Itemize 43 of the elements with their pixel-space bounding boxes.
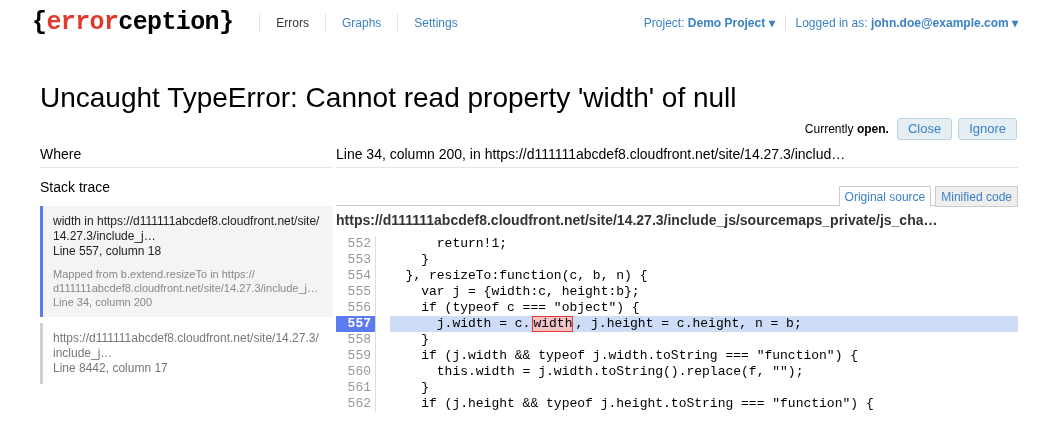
error-title: Uncaught TypeError: Cannot read property 'width' of null: [40, 82, 738, 114]
line-number: 560: [336, 364, 376, 380]
code-line: }: [420, 252, 430, 268]
nav-link[interactable]: Graphs: [325, 14, 398, 32]
line-number: 555: [336, 284, 376, 300]
mapped-from-text: Mapped from b.extend.resizeTo in https://d111111abcdef8.cloudfront.net/site/14.27.3/include_j…: [53, 267, 320, 295]
code-line: this.width = j.width.toString().replace(f, "");: [435, 364, 805, 380]
code-line: }: [420, 380, 430, 396]
line-number: 558: [336, 332, 376, 348]
project-menu[interactable]: Project: Demo Project ▾: [643, 14, 785, 32]
frame-location: Line 8442, column 17: [53, 361, 169, 376]
nav-link[interactable]: Errors: [259, 14, 325, 32]
code-line: if (j.width && typeof j.width.toString === "function") {: [420, 348, 860, 364]
action-button[interactable]: Ignore: [958, 118, 1017, 140]
source-tab[interactable]: Original source: [838, 186, 932, 207]
where-label: Where: [40, 145, 82, 164]
line-number: 561: [336, 380, 376, 396]
line-number: 557: [336, 316, 376, 332]
line-number: 552: [336, 236, 376, 252]
user-menu[interactable]: Logged in as: john.doe@example.com ▾: [785, 14, 1018, 32]
frame-location: Line 557, column 18: [53, 244, 163, 259]
stack-frame[interactable]: [40, 206, 333, 317]
code-line: if (j.height && typeof j.height.toString === "function") {: [420, 396, 875, 412]
code-line: return!1;: [435, 236, 509, 252]
stack-trace-label: Stack trace: [40, 177, 111, 197]
logo[interactable]: {errorception}: [32, 4, 234, 42]
line-number: 554: [336, 268, 376, 284]
code-line: }, resizeTo:function(c, b, n) {: [404, 268, 649, 284]
line-number: 562: [336, 396, 376, 412]
line-number: 559: [336, 348, 376, 364]
code-line: }: [420, 332, 430, 348]
code-line: var j = {width:c, height:b};: [420, 284, 641, 300]
action-button[interactable]: Close: [896, 118, 953, 140]
frame-title: width in https://d111111abcdef8.cloudfront.net/site/14.27.3/include_j…: [53, 214, 321, 244]
frame-location: Line 34, column 200: [53, 295, 154, 309]
code-line: if (typeof c === "object") {: [420, 300, 641, 316]
frame-title: https://d111111abcdef8.cloudfront.net/site/14.27.3/include_j…: [53, 331, 320, 361]
nav-link[interactable]: Settings: [397, 14, 474, 32]
file-path: https://d111111abcdef8.cloudfront.net/site/14.27.3/include_js/sourcemaps_private/js_cha…: [336, 210, 939, 230]
status-text: Currently open.: [804, 121, 889, 138]
source-tab[interactable]: Minified code: [935, 186, 1018, 207]
line-number: 553: [336, 252, 376, 268]
where-value: Line 34, column 200, in https://d111111abcdef8.cloudfront.net/site/14.27.3/includ…: [336, 145, 846, 164]
